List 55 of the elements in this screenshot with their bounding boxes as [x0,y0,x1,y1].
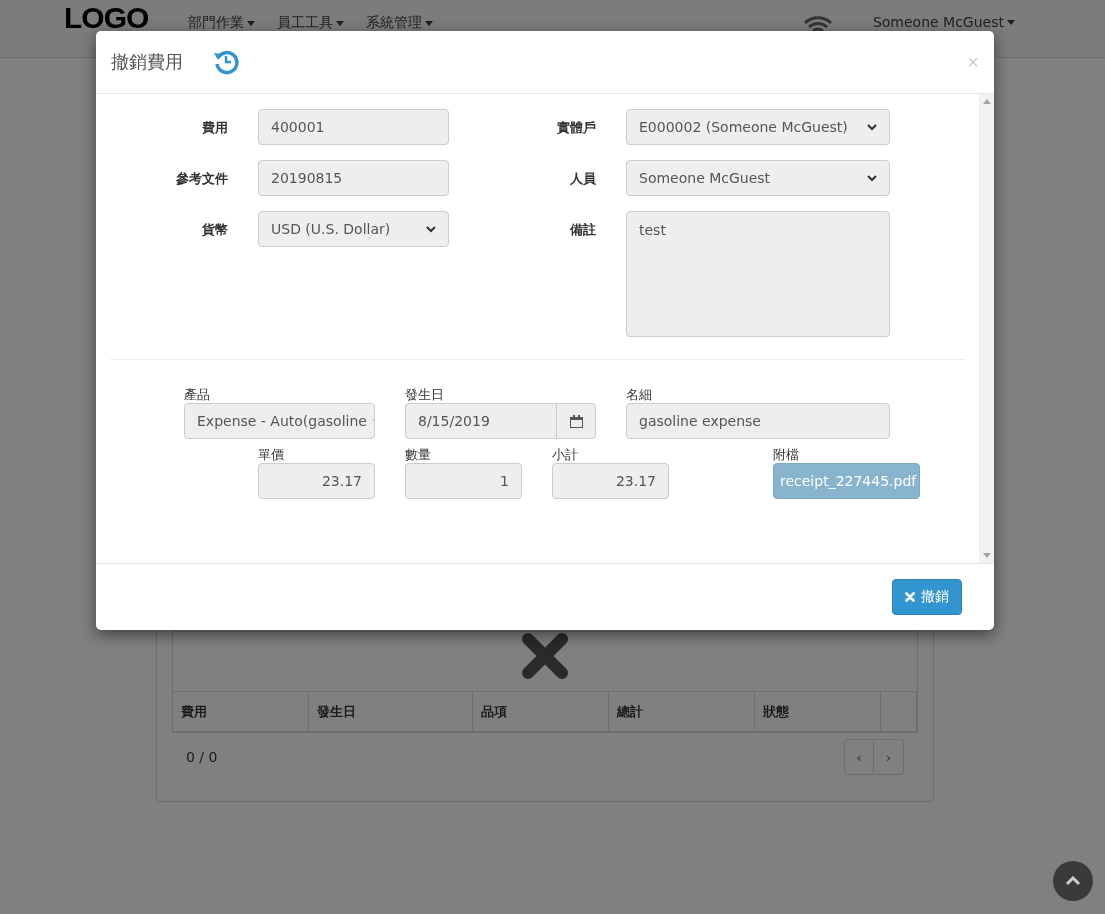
column-header: 發生日 [308,692,473,731]
scroll-top-button[interactable] [1053,861,1093,901]
field-label: 費用 [201,119,228,137]
user-menu[interactable]: Someone McGuest [872,14,1015,30]
history-icon [213,49,239,75]
input-field[interactable]: 23.17 [552,463,669,499]
modal-title: 撤銷費用 [111,50,183,74]
select-field[interactable]: Someone McGuest [626,160,890,196]
column-header: 狀態 [755,692,881,731]
input-field[interactable]: gasoline expense [626,403,890,439]
previous-page-button[interactable]: ‹ [844,739,874,775]
scrollbar[interactable] [979,94,994,563]
field-label: 名細 [626,386,652,403]
caret-icon [336,20,345,26]
logo[interactable]: LOGO [64,3,149,33]
field-label: 實體戶 [556,119,596,137]
caret-icon [247,20,256,26]
chevron-down-icon [867,174,877,182]
next-page-button[interactable]: › [874,739,904,775]
close-icon [522,633,568,679]
chevron-up-icon [1065,876,1081,886]
column-header: 品項 [472,692,610,731]
field-label: 附檔 [773,446,799,463]
select-field[interactable]: E000002 (Someone McGuest) [626,109,890,145]
field-label: 小計 [552,446,578,463]
select-field[interactable]: Expense - Auto(gasoline [184,403,375,439]
page-count: 0 / 0 [186,749,218,765]
revoke-button[interactable]: 撤銷 [892,579,962,615]
field-label: 數量 [405,446,431,463]
select-field[interactable]: USD (U.S. Dollar) [258,211,449,247]
field-label: 參考文件 [175,170,228,188]
chevron-down-icon [867,123,877,131]
caret-icon [425,20,434,26]
calendar-icon [569,414,583,428]
date-field[interactable]: 8/15/2019 [405,403,596,439]
close-icon [905,592,915,602]
nav-menu[interactable]: 系統管理 [366,14,434,32]
column-header: 費用 [173,692,309,731]
input-field[interactable]: 20190815 [258,160,449,196]
column-header: 總計 [609,692,756,731]
field-label: 產品 [184,386,210,403]
input-field[interactable]: 23.17 [258,463,375,499]
nav-menu[interactable]: 員工工具 [277,14,345,32]
field-label: 人員 [569,170,596,188]
field-label: 備註 [568,221,596,239]
input-field[interactable]: 400001 [258,109,449,145]
field-label: 發生日 [405,386,444,403]
field-label: 單價 [258,446,284,463]
wifi-icon [802,16,833,33]
caret-icon [1007,19,1015,25]
note-field[interactable]: test [626,211,890,337]
input-field[interactable]: 1 [405,463,522,499]
chevron-down-icon [426,225,436,233]
nav-menu[interactable]: 部門作業 [188,14,256,32]
field-label: 貨幣 [201,221,228,239]
